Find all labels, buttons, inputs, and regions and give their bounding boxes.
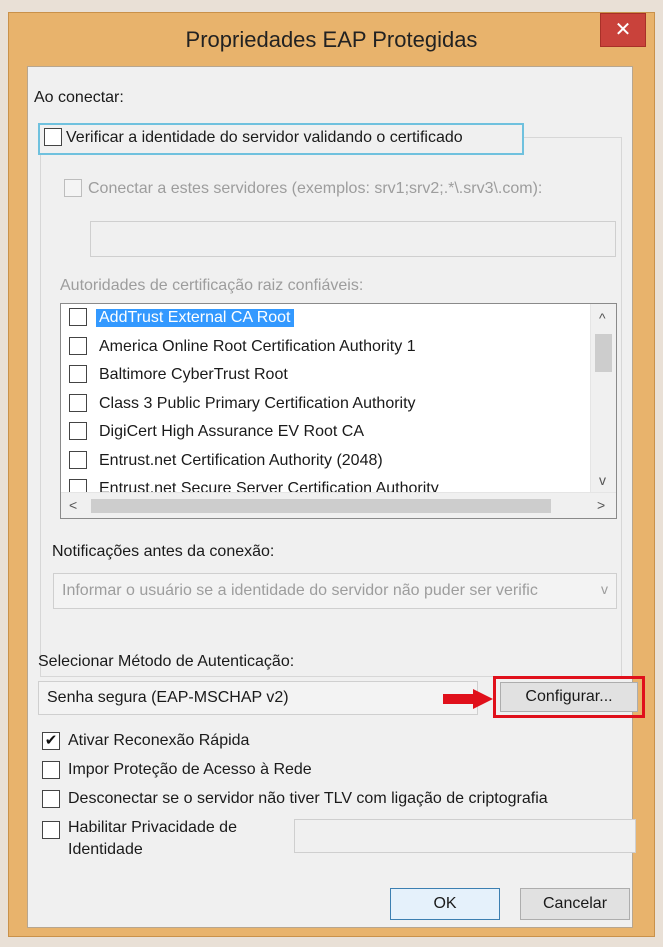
window-title: Propriedades EAP Protegidas bbox=[185, 27, 478, 52]
disconnect-tlv-checkbox[interactable] bbox=[42, 790, 60, 808]
connect-servers-checkbox-box[interactable] bbox=[64, 179, 82, 197]
vertical-scroll-thumb[interactable] bbox=[595, 334, 612, 372]
title-bar[interactable]: Propriedades EAP Protegidas ✕ bbox=[9, 13, 654, 65]
auth-method-value: Senha segura (EAP-MSCHAP v2) bbox=[47, 689, 289, 706]
auth-method-heading: Selecionar Método de Autenticação: bbox=[38, 653, 295, 670]
list-item-checkbox[interactable] bbox=[69, 365, 87, 383]
list-item-label: DigiCert High Assurance EV Root CA bbox=[99, 423, 364, 440]
connect-servers-label: Conectar a estes servidores (exemplos: s… bbox=[88, 180, 543, 197]
dialog-window: Propriedades EAP Protegidas ✕ Ao conecta… bbox=[8, 12, 655, 937]
scroll-up-icon[interactable]: ^ bbox=[599, 310, 606, 326]
disconnect-tlv-checkbox-box[interactable] bbox=[42, 790, 60, 808]
horizontal-scroll-thumb[interactable] bbox=[91, 499, 551, 513]
list-item-checkbox[interactable] bbox=[69, 394, 87, 412]
list-item-label: AddTrust External CA Root bbox=[96, 309, 294, 327]
vertical-scrollbar[interactable]: ^ v bbox=[590, 304, 616, 492]
identity-privacy-checkbox-box[interactable] bbox=[42, 821, 60, 839]
ok-button[interactable]: OK bbox=[390, 888, 500, 920]
auth-method-select[interactable]: Senha segura (EAP-MSCHAP v2) bbox=[38, 681, 478, 715]
connect-servers-checkbox[interactable] bbox=[64, 179, 82, 197]
nap-label: Impor Proteção de Acesso à Rede bbox=[68, 761, 312, 778]
close-icon: ✕ bbox=[614, 19, 632, 41]
fast-reconnect-checkbox-box[interactable]: ✔ bbox=[42, 732, 60, 750]
dialog-client-area: Ao conectar: Verificar a identidade do s… bbox=[27, 66, 645, 928]
list-item-checkbox[interactable] bbox=[69, 422, 87, 440]
identity-privacy-label-1: Habilitar Privacidade de bbox=[68, 819, 237, 836]
horizontal-scrollbar[interactable]: < > bbox=[61, 492, 616, 518]
nap-checkbox[interactable] bbox=[42, 761, 60, 779]
identity-privacy-input[interactable] bbox=[294, 819, 636, 853]
disconnect-tlv-label: Desconectar se o servidor não tiver TLV … bbox=[68, 790, 548, 807]
identity-privacy-label-2: Identidade bbox=[68, 841, 143, 858]
notifications-select[interactable]: Informar o usuário se a identidade do se… bbox=[53, 573, 617, 609]
list-item-checkbox[interactable] bbox=[69, 337, 87, 355]
check-icon: ✔ bbox=[44, 732, 58, 749]
connect-heading: Ao conectar: bbox=[34, 89, 124, 106]
fast-reconnect-checkbox[interactable]: ✔ bbox=[42, 732, 60, 750]
list-item-label: America Online Root Certification Author… bbox=[99, 338, 416, 355]
list-item-label: Entrust.net Certification Authority (204… bbox=[99, 452, 383, 469]
list-item-label: Class 3 Public Primary Certification Aut… bbox=[99, 395, 416, 412]
trusted-ca-list[interactable]: AddTrust External CA Root America Online… bbox=[60, 303, 617, 519]
red-arrow-icon bbox=[443, 689, 493, 709]
verify-server-label: Verificar a identidade do servidor valid… bbox=[66, 129, 463, 146]
list-item-checkbox[interactable] bbox=[69, 451, 87, 469]
nap-checkbox-box[interactable] bbox=[42, 761, 60, 779]
chevron-down-icon: v bbox=[601, 581, 608, 597]
configure-button[interactable]: Configurar... bbox=[500, 682, 638, 712]
trusted-ca-label: Autoridades de certificação raiz confiáv… bbox=[60, 277, 364, 294]
identity-privacy-checkbox[interactable] bbox=[42, 821, 60, 839]
verify-server-checkbox-box[interactable] bbox=[44, 128, 62, 146]
scroll-right-icon[interactable]: > bbox=[597, 497, 605, 513]
notifications-select-value: Informar o usuário se a identidade do se… bbox=[62, 582, 538, 599]
list-item-label: Baltimore CyberTrust Root bbox=[99, 366, 288, 383]
fast-reconnect-label: Ativar Reconexão Rápida bbox=[68, 732, 250, 749]
close-button[interactable]: ✕ bbox=[600, 13, 646, 47]
scroll-left-icon[interactable]: < bbox=[69, 497, 77, 513]
list-item-checkbox[interactable] bbox=[69, 308, 87, 326]
servers-input[interactable] bbox=[90, 221, 616, 257]
scroll-down-icon[interactable]: v bbox=[599, 472, 606, 488]
notifications-label: Notificações antes da conexão: bbox=[52, 543, 275, 560]
cancel-button[interactable]: Cancelar bbox=[520, 888, 630, 920]
verify-server-checkbox[interactable] bbox=[44, 128, 62, 146]
